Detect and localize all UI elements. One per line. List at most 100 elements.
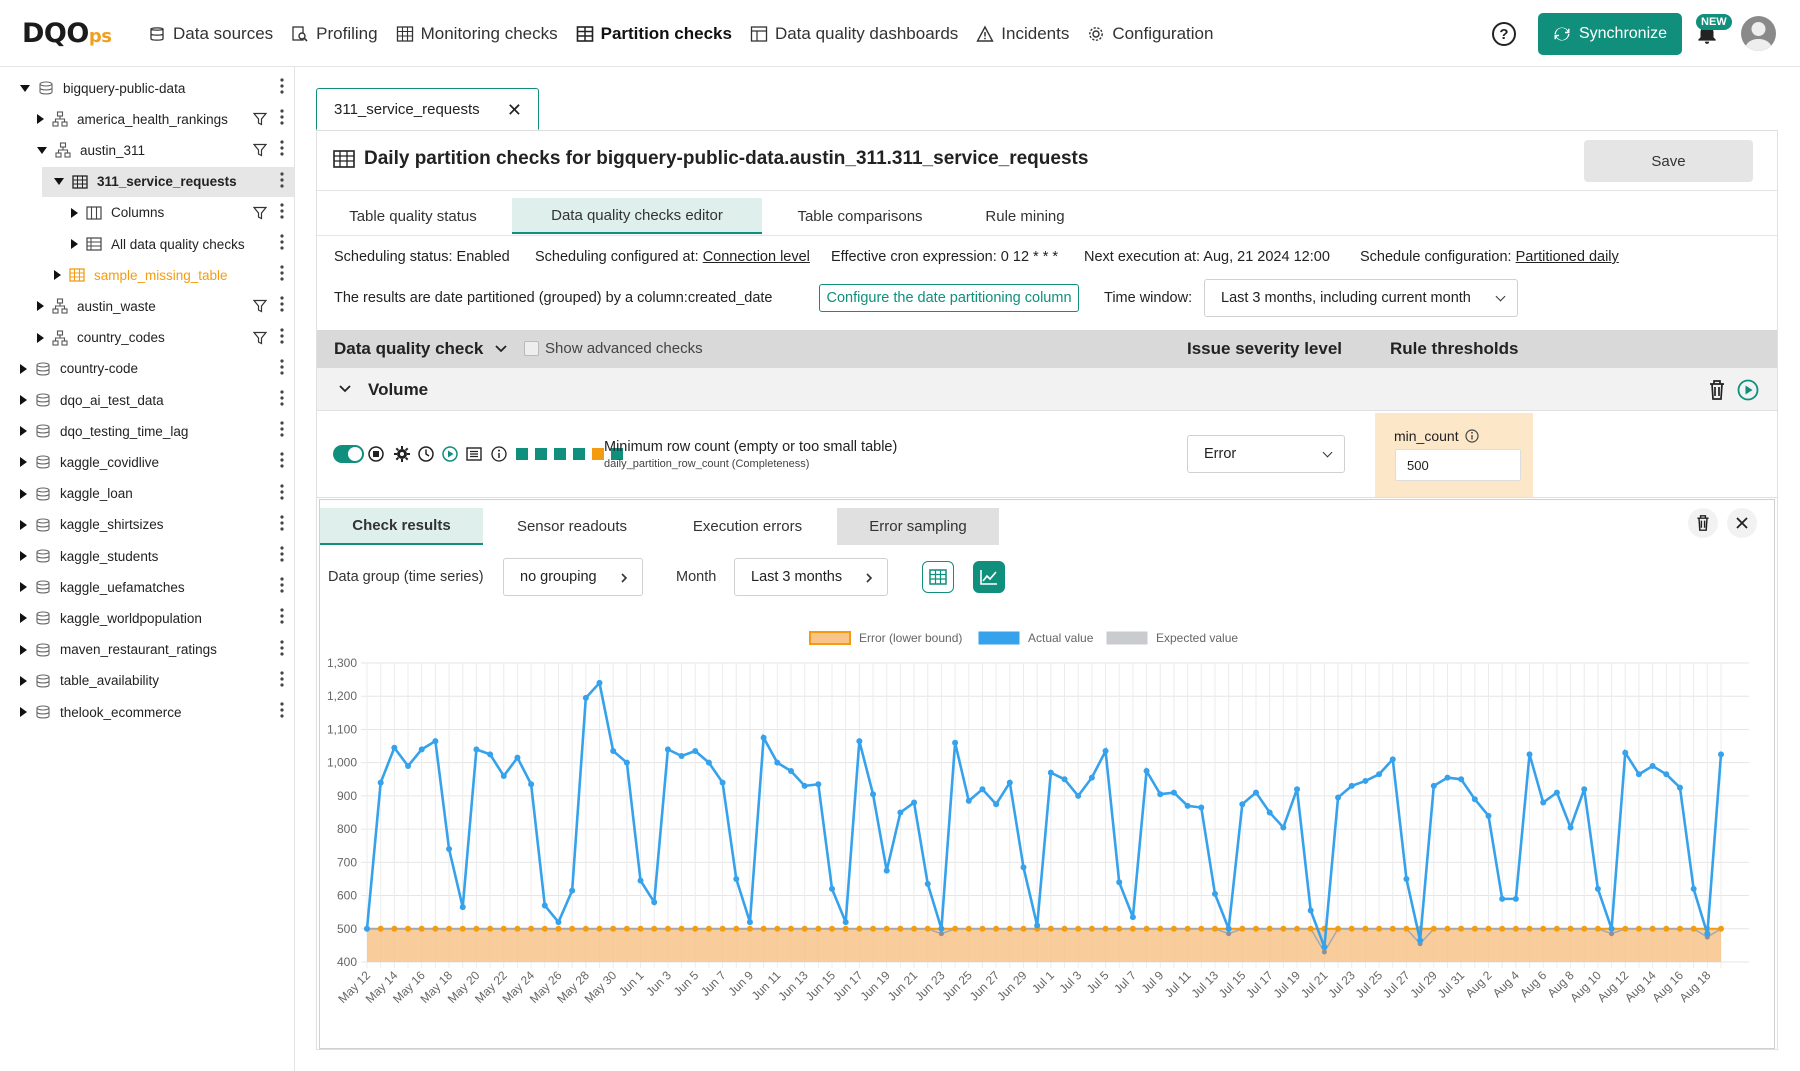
status-square[interactable]: [573, 448, 585, 460]
more-options-icon[interactable]: [280, 108, 284, 126]
stop-icon[interactable]: [368, 446, 384, 462]
sidebar-item-311-service-requests[interactable]: 311_service_requests: [42, 166, 294, 197]
expand-icon[interactable]: [37, 301, 44, 312]
more-options-icon[interactable]: [280, 233, 284, 251]
sidebar-item-columns[interactable]: Columns: [71, 198, 164, 228]
data-group-select[interactable]: no grouping: [503, 558, 643, 596]
time-window-select[interactable]: Last 3 months, including current month: [1204, 279, 1518, 317]
sidebar-item-dqo-ai-test-data[interactable]: dqo_ai_test_data: [20, 385, 164, 415]
nav-item-configuration[interactable]: Configuration: [1087, 24, 1213, 44]
sidebar-item-maven-restaurant-ratings[interactable]: maven_restaurant_ratings: [20, 635, 217, 665]
expand-icon[interactable]: [20, 488, 27, 499]
more-options-icon[interactable]: [280, 514, 284, 532]
save-button[interactable]: Save: [1584, 140, 1753, 182]
tab-311-service-requests[interactable]: 311_service_requests ✕: [316, 88, 539, 130]
sidebar-item-country-code[interactable]: country-code: [20, 354, 138, 384]
sidebar-item-austin-311[interactable]: austin_311: [37, 135, 145, 165]
user-avatar[interactable]: [1741, 16, 1776, 51]
expand-icon[interactable]: [20, 363, 27, 374]
expand-icon[interactable]: [37, 332, 44, 343]
sidebar-item-kaggle-loan[interactable]: kaggle_loan: [20, 479, 133, 509]
tab-rule-mining[interactable]: Rule mining: [970, 198, 1080, 234]
expand-icon[interactable]: [20, 519, 27, 530]
more-options-icon[interactable]: [280, 483, 284, 501]
more-options-icon[interactable]: [280, 139, 284, 157]
expand-icon[interactable]: [20, 582, 27, 593]
min-count-input[interactable]: 500: [1395, 449, 1521, 481]
synchronize-button[interactable]: Synchronize: [1538, 13, 1682, 55]
more-options-icon[interactable]: [280, 202, 284, 220]
more-options-icon[interactable]: [280, 576, 284, 594]
nav-item-monitoring-checks[interactable]: Monitoring checks: [396, 24, 558, 44]
more-options-icon[interactable]: [280, 451, 284, 469]
more-options-icon[interactable]: [280, 389, 284, 407]
nav-item-profiling[interactable]: Profiling: [291, 24, 378, 44]
more-options-icon[interactable]: [280, 77, 284, 95]
expand-icon[interactable]: [20, 457, 27, 468]
sidebar-item-kaggle-covidlive[interactable]: kaggle_covidlive: [20, 447, 159, 477]
table-view-button[interactable]: [922, 561, 954, 593]
expand-icon[interactable]: [20, 675, 27, 686]
tab-check-results[interactable]: Check results: [320, 508, 483, 545]
filter-icon[interactable]: [253, 299, 267, 313]
severity-select[interactable]: Error: [1187, 435, 1345, 473]
sidebar-item-austin-waste[interactable]: austin_waste: [37, 291, 156, 321]
more-options-icon[interactable]: [280, 358, 284, 376]
close-results-button[interactable]: [1727, 508, 1757, 538]
filter-icon[interactable]: [253, 331, 267, 345]
info-icon[interactable]: [1464, 429, 1479, 443]
tab-data-quality-checks-editor[interactable]: Data quality checks editor: [512, 198, 762, 234]
trash-icon[interactable]: [1707, 379, 1727, 401]
expand-icon[interactable]: [71, 207, 78, 218]
more-options-icon[interactable]: [280, 607, 284, 625]
more-options-icon[interactable]: [280, 670, 284, 688]
sidebar-item-kaggle-shirtsizes[interactable]: kaggle_shirtsizes: [20, 510, 164, 540]
sidebar-item-kaggle-worldpopulation[interactable]: kaggle_worldpopulation: [20, 603, 202, 633]
show-advanced-checkbox[interactable]: [524, 341, 539, 356]
check-group-volume[interactable]: Volume: [317, 368, 1777, 411]
run-icon[interactable]: [442, 446, 458, 462]
connection-level-link[interactable]: Connection level: [703, 249, 810, 265]
expand-icon[interactable]: [20, 644, 27, 655]
expand-icon[interactable]: [37, 114, 44, 125]
run-icon[interactable]: [1737, 379, 1759, 401]
check-column-header[interactable]: Data quality check: [334, 339, 483, 359]
more-options-icon[interactable]: [280, 264, 284, 282]
expand-icon[interactable]: [54, 270, 61, 281]
nav-item-data-quality-dashboards[interactable]: Data quality dashboards: [750, 24, 958, 44]
chevron-down-icon[interactable]: [339, 384, 351, 394]
sidebar-item-dqo-testing-time-lag[interactable]: dqo_testing_time_lag: [20, 416, 188, 446]
dqops-logo[interactable]: DQOps: [22, 18, 112, 49]
tab-execution-errors[interactable]: Execution errors: [670, 508, 825, 545]
results-list-icon[interactable]: [466, 446, 482, 462]
partitioned-daily-link[interactable]: Partitioned daily: [1516, 249, 1619, 265]
more-options-icon[interactable]: [280, 545, 284, 563]
sidebar-item-kaggle-students[interactable]: kaggle_students: [20, 541, 158, 571]
clock-icon[interactable]: [418, 446, 434, 462]
collapse-icon[interactable]: [20, 84, 30, 92]
expand-icon[interactable]: [20, 707, 27, 717]
expand-icon[interactable]: [20, 551, 27, 561]
expand-icon[interactable]: [71, 239, 78, 249]
more-options-icon[interactable]: [280, 701, 284, 719]
delete-results-button[interactable]: [1688, 508, 1718, 538]
status-square[interactable]: [592, 448, 604, 460]
info-icon[interactable]: [491, 446, 507, 462]
tab-sensor-readouts[interactable]: Sensor readouts: [492, 508, 652, 545]
chevron-down-icon[interactable]: [495, 344, 507, 354]
chart-view-button[interactable]: [973, 561, 1005, 593]
more-options-icon[interactable]: [280, 295, 284, 313]
sidebar-item-thelook-ecommerce[interactable]: thelook_ecommerce: [20, 697, 182, 727]
more-options-icon[interactable]: [280, 420, 284, 438]
collapse-icon[interactable]: [37, 146, 47, 154]
nav-item-incidents[interactable]: Incidents: [976, 24, 1069, 44]
sidebar-item-all-data-quality-checks[interactable]: All data quality checks: [71, 229, 245, 259]
tab-error-sampling[interactable]: Error sampling: [837, 508, 999, 545]
sidebar-item-country-codes[interactable]: country_codes: [37, 323, 165, 353]
help-icon[interactable]: ?: [1492, 22, 1516, 46]
more-options-icon[interactable]: [280, 327, 284, 345]
sidebar-item-sample-missing-table[interactable]: sample_missing_table: [54, 260, 228, 290]
expand-icon[interactable]: [20, 613, 27, 624]
gear-icon[interactable]: [394, 446, 410, 462]
expand-icon[interactable]: [20, 395, 27, 405]
